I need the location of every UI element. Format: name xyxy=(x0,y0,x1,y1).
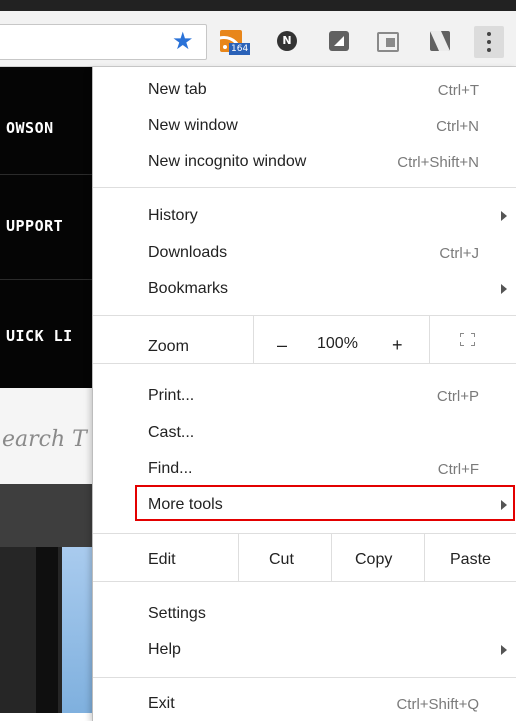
cut-button[interactable]: Cut xyxy=(269,551,294,569)
fullscreen-corner xyxy=(471,342,475,346)
menu-item-find[interactable]: Find... xyxy=(148,460,192,478)
three-dots-icon[interactable] xyxy=(474,26,504,58)
zoom-divider xyxy=(253,315,254,363)
shortcut-new-incognito: Ctrl+Shift+N xyxy=(397,154,479,171)
chrome-main-menu: New tab Ctrl+T New window Ctrl+N New inc… xyxy=(92,67,516,721)
menu-item-new-tab[interactable]: New tab xyxy=(148,81,207,99)
page-gray-bar xyxy=(0,484,92,547)
n-extension-icon[interactable]: N xyxy=(277,31,297,51)
shortcut-new-tab: Ctrl+T xyxy=(437,82,479,99)
nav-item-towson[interactable]: OWSON xyxy=(0,67,92,175)
menu-item-downloads[interactable]: Downloads xyxy=(148,244,227,262)
slash-extension-icon[interactable] xyxy=(430,31,450,51)
menu-separator xyxy=(93,533,516,534)
page-search-placeholder: earch T xyxy=(2,427,87,452)
zoom-out-button[interactable]: – xyxy=(277,335,287,356)
menu-separator xyxy=(93,187,516,188)
menu-separator xyxy=(93,315,516,316)
menu-dot xyxy=(487,32,491,36)
copy-button[interactable]: Copy xyxy=(355,551,392,569)
submenu-arrow-icon xyxy=(501,284,507,294)
shortcut-find: Ctrl+F xyxy=(437,461,479,478)
edit-divider xyxy=(424,533,425,581)
star-icon[interactable]: ★ xyxy=(172,29,194,53)
nav-item-support[interactable]: UPPORT xyxy=(0,175,92,280)
zoom-in-button[interactable]: + xyxy=(392,335,403,356)
menu-dot xyxy=(487,40,491,44)
fullscreen-corner xyxy=(471,333,475,337)
page-search-box[interactable]: earch T xyxy=(0,388,92,484)
nav-item-label: OWSON xyxy=(6,119,54,137)
menu-separator xyxy=(93,677,516,678)
paste-button[interactable]: Paste xyxy=(450,551,491,569)
menu-separator xyxy=(93,581,516,582)
zoom-label: Zoom xyxy=(148,338,189,355)
menu-item-new-incognito-window[interactable]: New incognito window xyxy=(148,153,306,171)
shortcut-print: Ctrl+P xyxy=(436,388,479,405)
browser-toolbar: ★ 164 N xyxy=(0,11,516,67)
rss-extension-icon[interactable]: 164 xyxy=(220,30,251,55)
edit-label: Edit xyxy=(148,551,176,568)
submenu-arrow-icon xyxy=(501,211,507,221)
page-dark-stripe xyxy=(36,547,58,713)
shortcut-new-window: Ctrl+N xyxy=(436,118,479,135)
menu-item-help[interactable]: Help xyxy=(148,641,181,659)
shortcut-downloads: Ctrl+J xyxy=(439,245,479,262)
menu-item-settings[interactable]: Settings xyxy=(148,605,206,623)
fullscreen-corner xyxy=(460,333,464,337)
zoom-level-value: 100% xyxy=(317,335,358,352)
zoom-divider xyxy=(429,315,430,363)
submenu-arrow-icon xyxy=(501,645,507,655)
menu-separator xyxy=(93,363,516,364)
menu-item-new-window[interactable]: New window xyxy=(148,117,238,135)
menu-dot xyxy=(487,48,491,52)
edit-divider xyxy=(238,533,239,581)
menu-item-history[interactable]: History xyxy=(148,207,198,225)
nav-item-quick-links[interactable]: UICK LI xyxy=(0,280,92,388)
nav-item-label: UICK LI xyxy=(6,327,73,345)
screen-extension-icon[interactable] xyxy=(377,32,399,52)
rss-count-badge: 164 xyxy=(229,43,251,55)
page-photo xyxy=(62,547,92,713)
menu-item-bookmarks[interactable]: Bookmarks xyxy=(148,280,228,298)
menu-item-exit[interactable]: Exit xyxy=(148,695,175,713)
menu-item-print[interactable]: Print... xyxy=(148,387,194,405)
edit-divider xyxy=(331,533,332,581)
fullscreen-icon[interactable] xyxy=(460,333,475,346)
window-top-bar xyxy=(0,0,516,11)
more-tools-highlight-box xyxy=(135,485,515,521)
nav-item-label: UPPORT xyxy=(6,217,64,235)
fullscreen-corner xyxy=(460,342,464,346)
shortcut-exit: Ctrl+Shift+Q xyxy=(396,696,479,713)
square-extension-icon[interactable] xyxy=(329,31,349,51)
web-page-background: OWSON UPPORT UICK LI earch T xyxy=(0,67,92,721)
menu-item-cast[interactable]: Cast... xyxy=(148,424,194,442)
